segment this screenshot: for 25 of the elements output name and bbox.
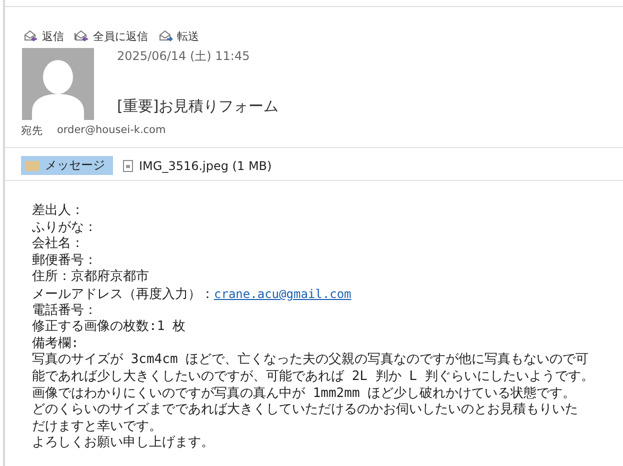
body-text: 差出人：	[32, 203, 84, 218]
action-button[interactable]: 転送	[158, 24, 199, 48]
body-text: 電話番号：	[32, 302, 97, 318]
body-text: 住所：京都府京都市	[32, 269, 149, 284]
email-subject: [重要]お見積りフォーム	[117, 97, 279, 116]
to-label: 宛先	[21, 124, 43, 138]
body-text: 備考欄:	[32, 336, 79, 351]
sent-date: 2025/06/14 (土) 11:45	[117, 48, 251, 65]
action-button[interactable]: 全員に返信	[74, 24, 148, 48]
body-text: ふりがな：	[32, 220, 97, 235]
body-text: 写真のサイズが 3cm4cm ほどで、亡くなった夫の父親の写真なのですが他に写真もないので可	[32, 352, 589, 368]
action-button[interactable]: 返信	[23, 24, 64, 48]
body-text: だけますと幸いです。	[32, 418, 162, 434]
body-text: どのくらいのサイズまでであれば大きくしていただけるのかお伺いしたいのとお見積もりいた	[32, 402, 578, 418]
body-text: 画像ではわかりにくいのですが写真の真ん中が 1mm2mm ほど少し破れかけている状態です。	[32, 386, 576, 401]
body-text: よろしくお願い申し上げます。	[32, 435, 214, 450]
message-tab[interactable]: メッセージ	[21, 156, 113, 175]
email-link[interactable]: crane.acu@gmail.com	[214, 286, 352, 301]
body-text: メールアドレス（再度入力）：	[32, 286, 214, 302]
recipient-address: order@housei-k.com	[57, 124, 166, 136]
attachment-item[interactable]: IMG_3516.jpeg (1 MB)	[119, 156, 280, 175]
body-text: 郵便番号：	[32, 252, 97, 268]
body-text: 会社名：	[32, 236, 84, 252]
body-text: 能であれば少し大きくしたいのですが、可能であれば 2L 判か L 判ぐらいにしたいようです。	[32, 368, 594, 384]
body-text: 修正する画像の枚数:1 枚	[32, 319, 186, 334]
